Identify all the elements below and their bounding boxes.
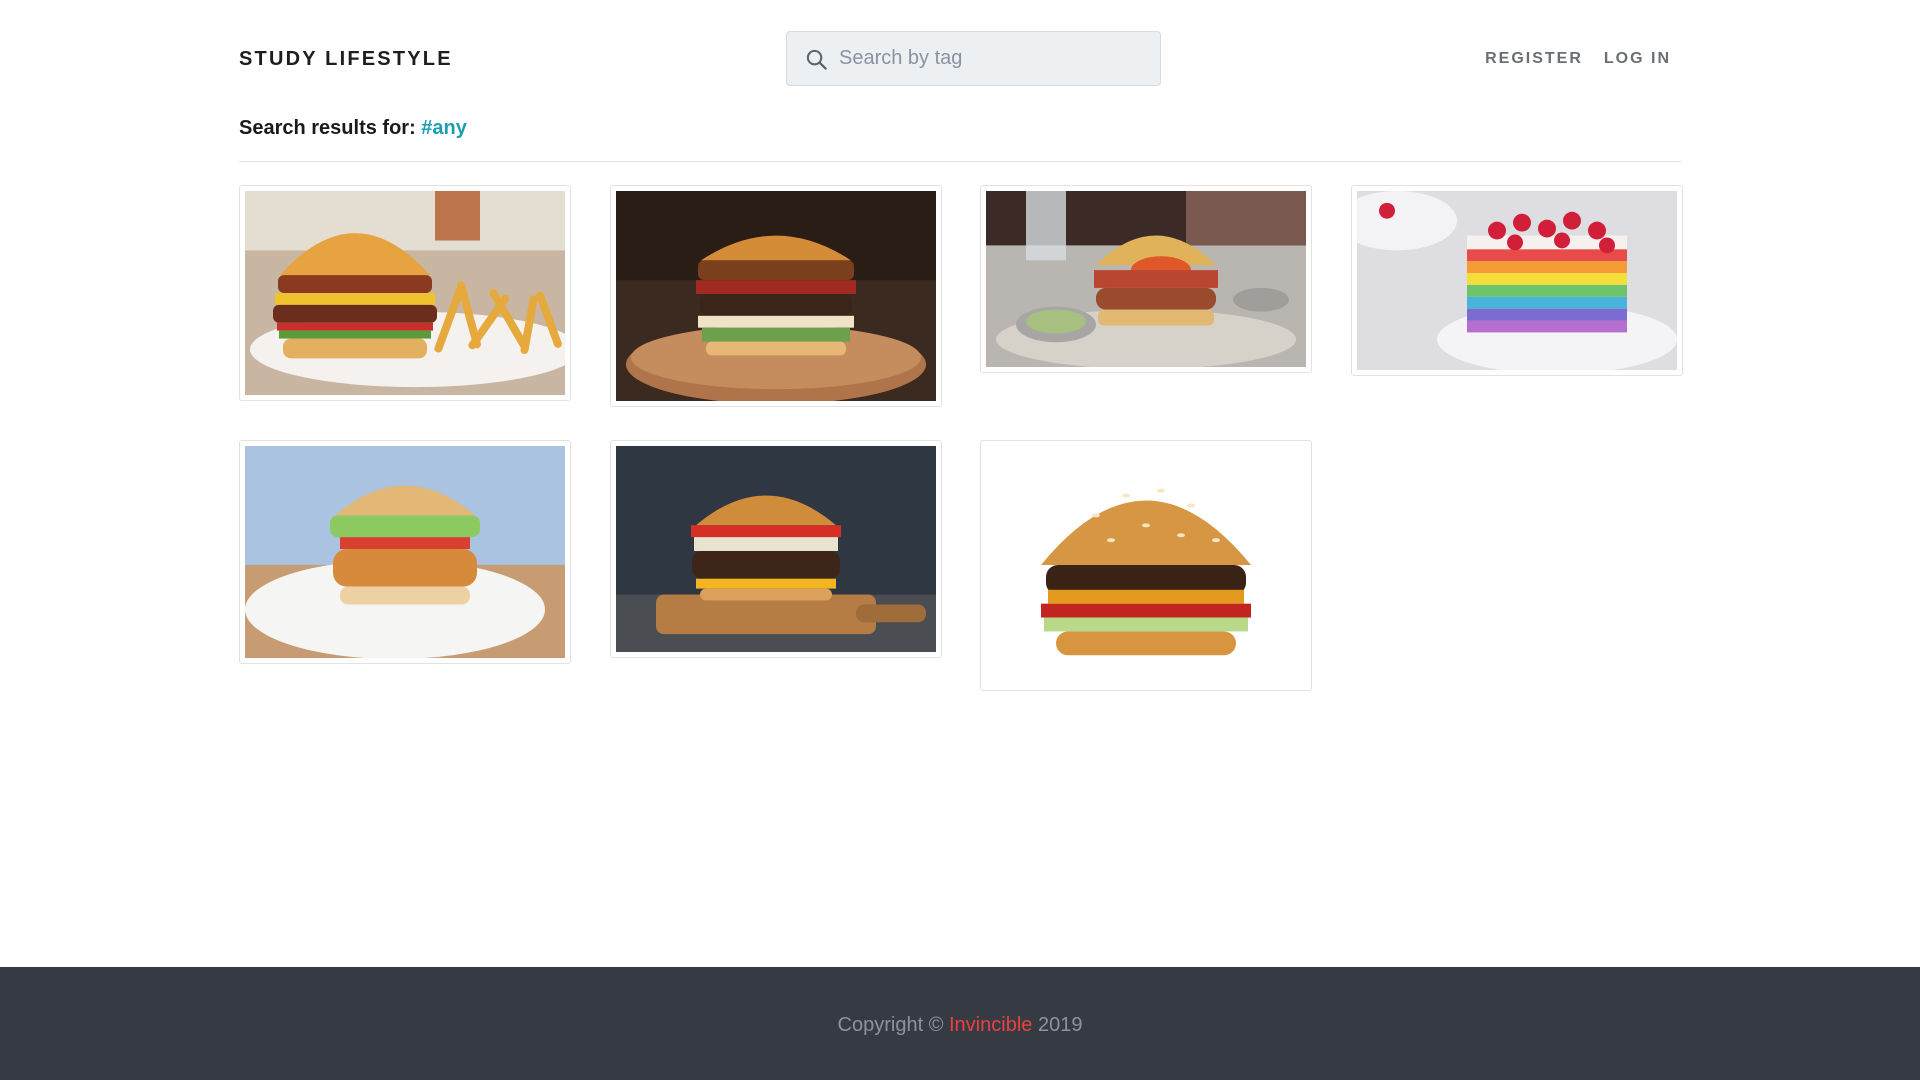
- brand-logo[interactable]: STUDY LIFESTYLE: [239, 48, 453, 71]
- copyright-prefix: Copyright ©: [837, 1014, 944, 1036]
- gallery-image: [245, 191, 565, 395]
- team-name[interactable]: Invincible: [949, 1014, 1032, 1036]
- search-results-heading: Search results for: #any: [239, 117, 467, 140]
- search-icon: [806, 49, 827, 70]
- gallery-card-burger-fries[interactable]: [239, 185, 571, 401]
- gallery-card-burger-dark[interactable]: [610, 440, 942, 658]
- copyright-year: 2019: [1037, 1014, 1083, 1036]
- gallery-image: [986, 191, 1306, 367]
- search-box[interactable]: [786, 31, 1161, 86]
- gallery-card-burger-board[interactable]: [610, 185, 942, 407]
- divider: [239, 161, 1682, 162]
- gallery-card-burger-white[interactable]: [980, 440, 1312, 691]
- site-footer: Copyright © Invincible 2019: [0, 967, 1920, 1080]
- auth-nav: REGISTER LOG IN: [1485, 50, 1671, 68]
- gallery-card-rainbow-cake[interactable]: [1351, 185, 1683, 376]
- gallery-image: [1357, 191, 1677, 370]
- site-header: STUDY LIFESTYLE REGISTER LOG IN: [239, 31, 1681, 86]
- gallery-image: [616, 446, 936, 652]
- gallery-card-burger-table[interactable]: [980, 185, 1312, 373]
- gallery-card-chicken-burger[interactable]: [239, 440, 571, 664]
- gallery-image: [245, 446, 565, 658]
- results-tag[interactable]: #any: [421, 117, 467, 139]
- register-link[interactable]: REGISTER: [1485, 50, 1583, 68]
- results-label: Search results for:: [239, 117, 416, 139]
- login-link[interactable]: LOG IN: [1604, 50, 1671, 68]
- copyright-text: Copyright © Invincible 2019: [0, 1014, 1920, 1037]
- search-input[interactable]: [839, 32, 1149, 85]
- gallery-image: [986, 446, 1306, 685]
- gallery-image: [616, 191, 936, 401]
